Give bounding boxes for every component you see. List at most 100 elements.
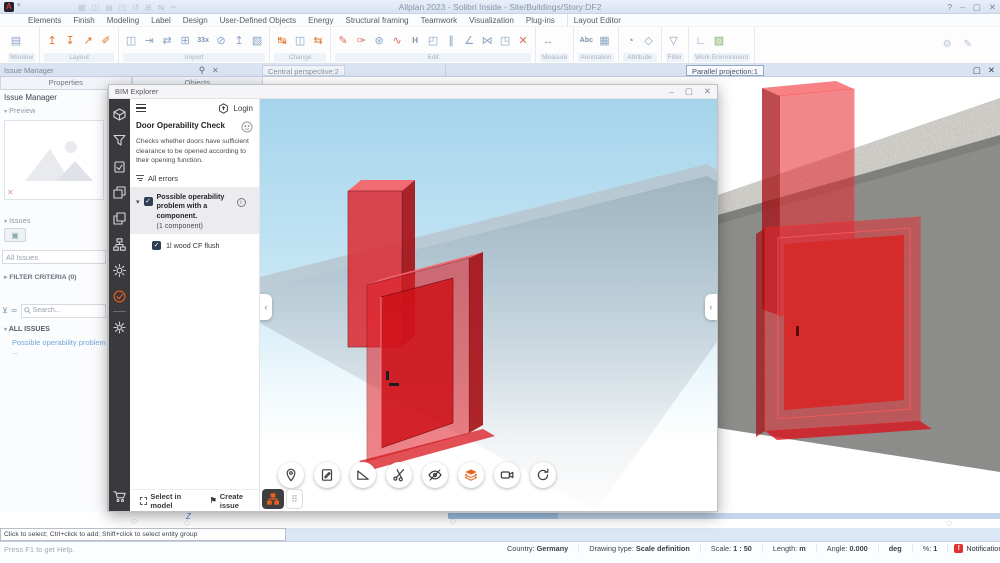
- filter-icon[interactable]: [113, 133, 127, 147]
- allplan-3d-viewport[interactable]: [718, 78, 1000, 513]
- markup-tool-button[interactable]: [314, 462, 340, 488]
- login-button[interactable]: Login: [218, 103, 253, 114]
- ribbon-edit-icon[interactable]: ✎: [964, 39, 972, 50]
- ribbon-settings-icon[interactable]: ⚙: [943, 39, 952, 50]
- stamp-icon[interactable]: ⊛: [371, 32, 387, 50]
- bim-explorer-3d-viewport[interactable]: ‹ ‹ ⠿: [260, 99, 717, 511]
- brush-icon[interactable]: ✐: [98, 32, 114, 50]
- menu-hamburger-icon[interactable]: [136, 104, 146, 112]
- sort-filter-icon[interactable]: ≂: [11, 306, 18, 315]
- layers-tool-button[interactable]: [458, 462, 484, 488]
- tab-parallel-projection[interactable]: Parallel projection:1: [686, 65, 764, 76]
- info-icon[interactable]: i: [237, 198, 246, 207]
- scale-reference-icon[interactable]: 33x: [195, 32, 211, 50]
- issue-link[interactable]: Possible operability problem ...: [12, 338, 107, 356]
- filter-icon[interactable]: ▽: [666, 32, 682, 50]
- error-item-checkbox[interactable]: [152, 241, 161, 250]
- axes-icon[interactable]: ∟: [693, 32, 709, 50]
- minimize-icon[interactable]: –: [960, 2, 965, 12]
- viewer-next-button[interactable]: ‹: [705, 294, 717, 320]
- menu-teamwork[interactable]: Teamwork: [415, 14, 463, 27]
- measure-tool-button[interactable]: [350, 462, 376, 488]
- record-tool-button[interactable]: [494, 462, 520, 488]
- transfer-layout-icon[interactable]: ↗: [80, 32, 96, 50]
- measure-icon[interactable]: ↔: [540, 32, 556, 50]
- copies-icon[interactable]: [113, 211, 127, 225]
- bim-minimize-icon[interactable]: –: [669, 87, 674, 97]
- beam-icon[interactable]: H: [407, 32, 423, 50]
- spline-edit-icon[interactable]: ∿: [389, 32, 405, 50]
- close-icon[interactable]: ✕: [989, 2, 996, 13]
- mask-icon[interactable]: ◔: [623, 32, 639, 50]
- copy-element-icon[interactable]: ◰: [425, 32, 441, 50]
- error-item-row[interactable]: 1l wood CF flush: [130, 234, 259, 254]
- issues-section-header[interactable]: Issues: [4, 218, 31, 225]
- select-in-model-button[interactable]: Select in model: [140, 492, 200, 510]
- model-icon[interactable]: [113, 107, 127, 121]
- export-file-icon[interactable]: ↥: [231, 32, 247, 50]
- menu-modeling[interactable]: Modeling: [101, 14, 145, 27]
- modify-pen-icon[interactable]: ✎: [335, 32, 351, 50]
- table-icon[interactable]: ▦: [596, 32, 612, 50]
- window-stack-icon[interactable]: ▤: [8, 32, 24, 50]
- hierarchy-button[interactable]: [262, 489, 284, 509]
- create-issue-button[interactable]: ⚑ Create issue: [210, 492, 259, 510]
- viewport-config-icon[interactable]: ▧: [711, 32, 727, 50]
- exchange-element-icon[interactable]: ⇄: [159, 32, 175, 50]
- locate-tool-button[interactable]: [278, 462, 304, 488]
- bim-maximize-icon[interactable]: ▢: [685, 86, 693, 97]
- bim-close-icon[interactable]: ✕: [704, 86, 711, 97]
- align-elements-icon[interactable]: ∥: [443, 32, 459, 50]
- tab-central-perspective[interactable]: Central perspective:2: [262, 65, 345, 76]
- pen-off-icon[interactable]: ⊘: [213, 32, 229, 50]
- export-layout-icon[interactable]: ↧: [62, 32, 78, 50]
- preview-section-header[interactable]: Preview: [4, 108, 35, 115]
- resize-element-icon[interactable]: ◳: [497, 32, 513, 50]
- import-icon[interactable]: ⊻: [2, 306, 8, 315]
- bim-explorer-titlebar[interactable]: BIM Explorer – ▢ ✕: [109, 85, 717, 99]
- menu-layout-editor[interactable]: Layout Editor: [567, 14, 627, 27]
- copy-between-documents-icon[interactable]: ◫: [123, 32, 139, 50]
- components-icon[interactable]: [113, 185, 127, 199]
- error-group-row[interactable]: ▾ Possible operability problem with a co…: [130, 187, 259, 235]
- menu-label[interactable]: Label: [145, 14, 177, 27]
- classification-icon[interactable]: [113, 237, 127, 251]
- menu-structural-framing[interactable]: Structural framing: [340, 14, 415, 27]
- new-issue-button[interactable]: ▣: [4, 228, 26, 242]
- chevron-down-icon[interactable]: ▾: [136, 198, 140, 231]
- maximize-icon[interactable]: ▢: [973, 2, 981, 13]
- frame-link-icon[interactable]: ▧: [249, 32, 265, 50]
- settings-icon[interactable]: [113, 320, 127, 334]
- menu-plug-ins[interactable]: Plug-ins: [520, 14, 561, 27]
- issue-search-input[interactable]: Search...: [21, 304, 106, 318]
- mirror-element-icon[interactable]: ⋈: [479, 32, 495, 50]
- menu-elements[interactable]: Elements: [22, 14, 67, 27]
- style-attribute-icon[interactable]: ◇: [641, 32, 657, 50]
- horizontal-scrollbar[interactable]: [448, 513, 1000, 519]
- viewport-close-icon[interactable]: ✕: [988, 65, 995, 76]
- drag-handle-dots[interactable]: ⠿: [286, 489, 303, 509]
- menu-user-defined-objects[interactable]: User-Defined Objects: [214, 14, 302, 27]
- filter-criteria-header[interactable]: FILTER CRITERIA (0): [4, 273, 77, 281]
- pin-icon[interactable]: [198, 66, 206, 76]
- section-tool-button[interactable]: [386, 462, 412, 488]
- cart-icon[interactable]: [113, 489, 127, 503]
- text-annotation-icon[interactable]: Abc: [578, 32, 594, 50]
- notifications-button[interactable]: !Notifications: [948, 544, 1000, 553]
- import-layout-icon[interactable]: ↥: [44, 32, 60, 50]
- help-icon[interactable]: ?: [947, 2, 952, 12]
- menu-finish[interactable]: Finish: [67, 14, 100, 27]
- results-filter-button[interactable]: All errors: [130, 166, 259, 187]
- error-group-checkbox[interactable]: [144, 197, 153, 206]
- all-issues-group-header[interactable]: ALL ISSUES: [4, 326, 50, 333]
- results-icon[interactable]: [113, 289, 127, 303]
- rotate-element-icon[interactable]: ∠: [461, 32, 477, 50]
- scrollbar-thumb[interactable]: [448, 513, 558, 519]
- check-status-icon[interactable]: [241, 121, 253, 133]
- panel-close-icon[interactable]: ✕: [212, 66, 219, 75]
- lighting-icon[interactable]: [113, 263, 127, 277]
- link-elements-icon[interactable]: ↹: [274, 32, 290, 50]
- menu-visualization[interactable]: Visualization: [463, 14, 520, 27]
- viewport-maximize-icon[interactable]: ▢: [973, 65, 981, 76]
- viewer-prev-button[interactable]: ‹: [260, 294, 272, 320]
